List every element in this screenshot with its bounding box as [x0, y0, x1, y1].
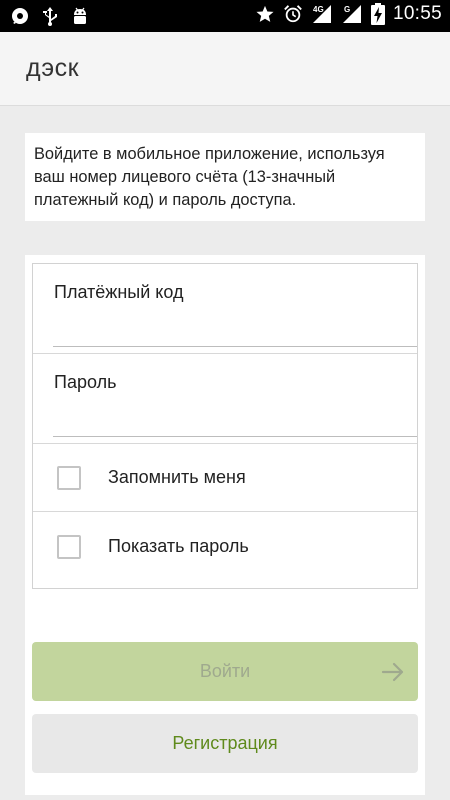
- password-underline: [53, 436, 417, 437]
- star-icon: [255, 3, 275, 25]
- battery-charging-icon: [370, 3, 385, 25]
- signal-g-icon: G: [341, 3, 363, 25]
- android-debug-icon: [70, 5, 90, 27]
- login-button[interactable]: Войти: [32, 642, 418, 701]
- register-button-label: Регистрация: [172, 733, 278, 753]
- payment-code-underline: [53, 346, 417, 347]
- usb-icon: [40, 5, 60, 27]
- app-bar: дэск: [0, 32, 450, 106]
- show-password-row[interactable]: Показать пароль: [33, 513, 417, 581]
- payment-code-label: Платёжный код: [54, 282, 184, 302]
- info-card: Войдите в мобильное приложение, использу…: [25, 133, 425, 221]
- login-form-panel: Платёжный код Пароль Запомнить меня Пока…: [25, 255, 425, 795]
- arrow-right-icon: [380, 659, 406, 685]
- info-text: Войдите в мобильное приложение, использу…: [34, 145, 385, 209]
- status-bar-right: 4G G 10:55: [255, 3, 442, 25]
- network-g-label: G: [344, 5, 350, 14]
- chat-notification-icon: [10, 5, 30, 27]
- app-title: дэск: [26, 54, 80, 82]
- login-form: Платёжный код Пароль Запомнить меня Пока…: [32, 263, 418, 589]
- password-input[interactable]: [53, 399, 417, 431]
- password-field[interactable]: Пароль: [33, 354, 417, 444]
- status-bar: 4G G 10:55: [0, 0, 450, 32]
- show-password-label[interactable]: Показать пароль: [108, 536, 249, 557]
- signal-4g-icon: 4G: [311, 3, 333, 25]
- show-password-checkbox[interactable]: [57, 535, 81, 559]
- login-button-label: Войти: [199, 661, 251, 681]
- register-button[interactable]: Регистрация: [32, 714, 418, 773]
- payment-code-field[interactable]: Платёжный код: [33, 264, 417, 354]
- payment-code-input[interactable]: [53, 309, 417, 341]
- clock: 10:55: [392, 3, 442, 24]
- remember-me-checkbox[interactable]: [57, 466, 81, 490]
- remember-me-row[interactable]: Запомнить меня: [33, 444, 417, 512]
- status-bar-left: [10, 5, 90, 27]
- remember-me-label[interactable]: Запомнить меня: [108, 467, 246, 488]
- alarm-icon: [283, 3, 303, 25]
- network-4g-label: 4G: [313, 5, 324, 14]
- password-label: Пароль: [54, 372, 117, 392]
